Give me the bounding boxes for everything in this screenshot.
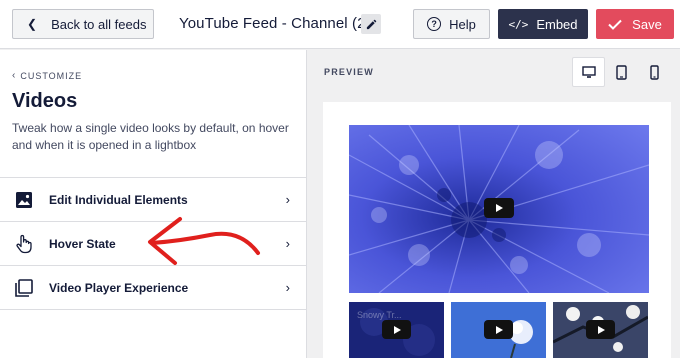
help-button-label: Help (449, 16, 476, 32)
save-button-label: Save (632, 16, 662, 32)
code-icon: </> (508, 17, 529, 31)
chevron-right-icon: › (285, 192, 290, 207)
back-to-feeds-button[interactable]: ❮ Back to all feeds (12, 9, 154, 39)
embed-button[interactable]: </> Embed (498, 9, 588, 39)
list-item-label: Video Player Experience (49, 280, 189, 295)
question-icon: ? (427, 17, 442, 31)
thumb-overlay-text: Snowy Tr... (357, 310, 402, 320)
play-icon (496, 204, 503, 212)
video-thumb-2[interactable] (451, 302, 546, 358)
section-description: Tweak how a single video looks by defaul… (12, 121, 289, 152)
video-thumb-1[interactable]: Snowy Tr... (349, 302, 444, 358)
mobile-view-button[interactable] (638, 57, 671, 87)
mobile-icon (650, 64, 659, 80)
desktop-icon (581, 66, 596, 78)
chevron-right-icon: › (285, 280, 290, 295)
desktop-view-button[interactable] (572, 57, 605, 87)
list-item-video-player-experience[interactable]: Video Player Experience › (0, 266, 306, 310)
top-bar: ❮ Back to all feeds YouTube Feed - Chann… (0, 0, 680, 49)
list-item-label: Hover State (49, 236, 116, 251)
play-icon (393, 325, 401, 334)
tablet-view-button[interactable] (605, 57, 638, 87)
hand-pointer-icon (14, 234, 34, 254)
chevron-right-icon: › (285, 236, 290, 251)
checkmark-icon (608, 19, 622, 30)
back-button-label: Back to all feeds (51, 16, 147, 32)
play-button[interactable] (484, 320, 513, 339)
play-button[interactable] (382, 320, 411, 339)
help-button[interactable]: ? Help (413, 9, 490, 39)
section-heading: Videos (12, 90, 78, 112)
breadcrumb-label: CUSTOMIZE (20, 70, 83, 81)
edit-title-button[interactable] (361, 14, 381, 34)
breadcrumb[interactable]: ‹ CUSTOMIZE (12, 70, 82, 81)
main-video-player[interactable] (349, 125, 649, 293)
embed-button-label: Embed (536, 16, 578, 32)
video-thumb-3[interactable] (553, 302, 648, 358)
annotation-arrow-icon (148, 217, 260, 265)
save-button[interactable]: Save (596, 9, 674, 39)
preview-label: PREVIEW (324, 67, 374, 77)
feed-title: YouTube Feed - Channel (2) (179, 15, 371, 32)
tablet-icon (616, 64, 627, 80)
customize-sidebar: ‹ CUSTOMIZE Videos Tweak how a single vi… (0, 50, 307, 358)
chevron-left-icon: ❮ (27, 17, 38, 31)
chevron-left-icon: ‹ (12, 70, 17, 81)
play-button[interactable] (484, 198, 514, 218)
pencil-icon (366, 19, 376, 29)
play-button[interactable] (586, 320, 615, 339)
image-icon (14, 190, 34, 210)
copy-icon (14, 278, 34, 298)
device-switcher (572, 57, 671, 87)
play-icon (495, 325, 503, 334)
play-icon (597, 325, 605, 334)
